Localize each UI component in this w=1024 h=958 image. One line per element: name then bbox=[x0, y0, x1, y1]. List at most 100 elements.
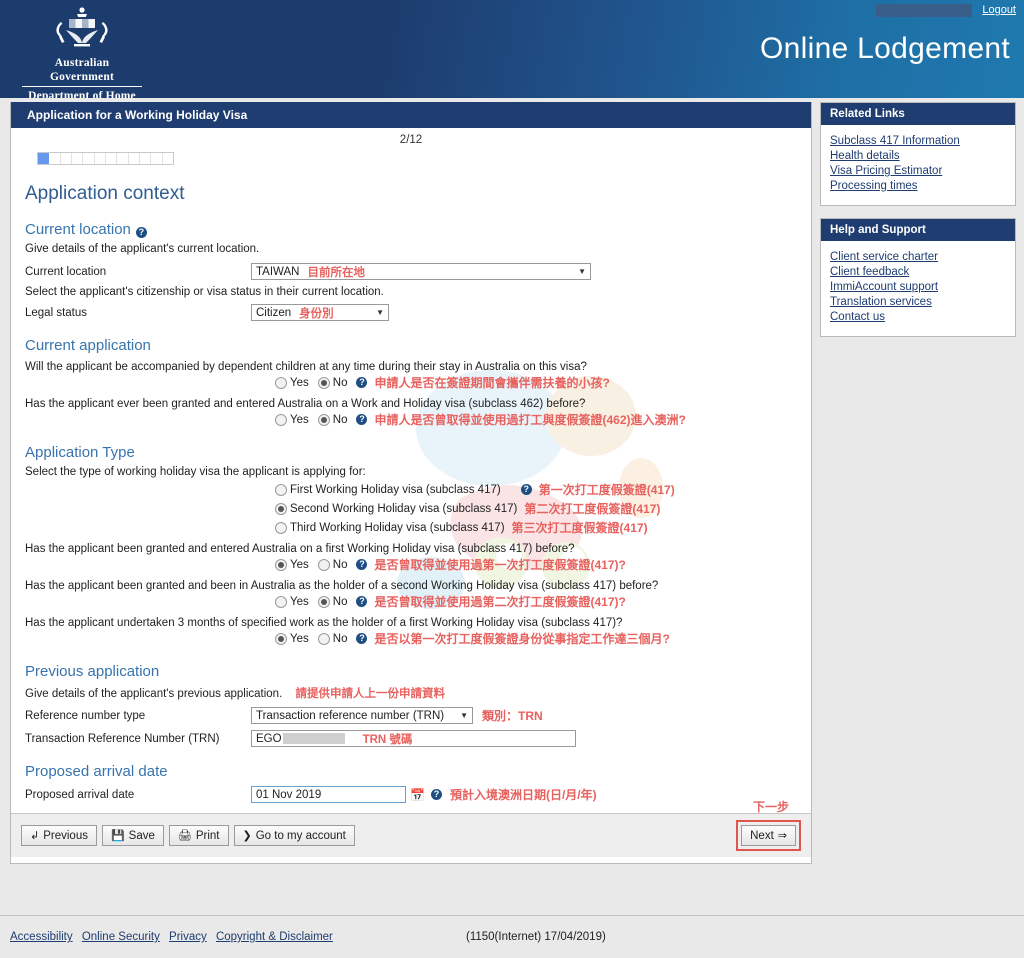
go-to-my-account-button[interactable]: ❯ Go to my account bbox=[233, 825, 355, 846]
radio-yes[interactable] bbox=[275, 558, 287, 571]
question-second-417-granted: Has the applicant been granted and been … bbox=[25, 580, 659, 592]
annotation-trn: TRN 號碼 bbox=[362, 733, 413, 746]
previous-button[interactable]: ↲ Previous bbox=[21, 825, 97, 846]
crest-divider bbox=[22, 86, 142, 87]
radio-yes-label: Yes bbox=[290, 376, 309, 389]
help-icon[interactable]: ? bbox=[520, 484, 532, 495]
link-client-service-charter[interactable]: Client service charter bbox=[830, 250, 1006, 265]
progress-segment bbox=[163, 153, 173, 164]
link-health-details[interactable]: Health details bbox=[830, 149, 1006, 164]
help-icon[interactable]: ? bbox=[135, 227, 147, 238]
legal-status-row: Legal status Citizen 身份別 ▼ bbox=[25, 304, 797, 321]
progress-segment bbox=[106, 153, 118, 164]
application-type-hint: Select the type of working holiday visa … bbox=[25, 466, 366, 478]
progress-segment bbox=[72, 153, 84, 164]
proposed-arrival-value: 01 Nov 2019 bbox=[256, 788, 322, 801]
radio-second-whv[interactable] bbox=[275, 502, 287, 515]
proposed-arrival-input[interactable]: 01 Nov 2019 bbox=[251, 786, 406, 803]
print-button-label: Print bbox=[195, 829, 220, 842]
footer-link-privacy[interactable]: Privacy bbox=[169, 931, 207, 943]
crest-department-label: Department of Home Affairs bbox=[28, 90, 136, 98]
next-button[interactable]: Next ⇒ bbox=[741, 825, 796, 846]
link-subclass-417-information[interactable]: Subclass 417 Information bbox=[830, 134, 1006, 149]
form-body: 2/12 Application context Current locatio… bbox=[11, 128, 811, 863]
current-location-hint: Give details of the applicant's current … bbox=[25, 243, 260, 255]
footer-link-copyright-disclaimer[interactable]: Copyright & Disclaimer bbox=[216, 931, 333, 943]
radio-third-whv[interactable] bbox=[275, 521, 287, 534]
annotation-first-417-granted: 是否曾取得並使用過第一次打工度假簽證(417)? bbox=[374, 558, 626, 572]
footer-links: Accessibility Online Security Privacy Co… bbox=[10, 931, 339, 943]
help-and-support-list: Client service charter Client feedback I… bbox=[821, 241, 1015, 336]
radio-no-label: No bbox=[332, 595, 348, 608]
answer-second-417-granted: Yes No ? 是否曾取得並使用過第二次打工度假簽證(417)? bbox=[25, 593, 797, 610]
help-icon[interactable]: ? bbox=[356, 596, 368, 607]
choice-first-whv: First Working Holiday visa (subclass 417… bbox=[25, 481, 797, 498]
link-processing-times[interactable]: Processing times bbox=[830, 179, 1006, 194]
save-button[interactable]: 💾 Save bbox=[101, 825, 164, 846]
help-icon[interactable]: ? bbox=[356, 414, 368, 425]
radio-yes[interactable] bbox=[275, 595, 287, 608]
link-visa-pricing-estimator[interactable]: Visa Pricing Estimator bbox=[830, 164, 1006, 179]
radio-no[interactable] bbox=[317, 632, 330, 645]
answer-462-visa: Yes No ? 申請人是否曾取得並使用過打工與度假簽證(462)進入澳洲? bbox=[25, 411, 797, 428]
link-client-feedback[interactable]: Client feedback bbox=[830, 265, 1006, 280]
radio-yes-label: Yes bbox=[290, 595, 309, 608]
account-bar: Logout bbox=[876, 0, 1024, 20]
radio-yes[interactable] bbox=[275, 413, 287, 426]
help-icon[interactable]: ? bbox=[356, 633, 368, 644]
question-dependent-children: Will the applicant be accompanied by dep… bbox=[25, 361, 587, 373]
footer-link-online-security[interactable]: Online Security bbox=[82, 931, 160, 943]
link-contact-us[interactable]: Contact us bbox=[830, 310, 1006, 325]
page-footer: Accessibility Online Security Privacy Co… bbox=[0, 915, 1024, 958]
previous-button-label: Previous bbox=[43, 829, 88, 842]
content-area: Application for a Working Holiday Visa 2… bbox=[0, 98, 1024, 864]
progress-segment bbox=[151, 153, 163, 164]
choice-third-whv: Third Working Holiday visa (subclass 417… bbox=[25, 519, 797, 536]
reference-number-type-value: Transaction reference number (TRN) bbox=[256, 709, 445, 722]
form-header: Application for a Working Holiday Visa bbox=[11, 102, 811, 128]
annotation-reference-number-type: 類別：TRN bbox=[482, 709, 543, 723]
trn-label: Transaction Reference Number (TRN) bbox=[25, 732, 220, 745]
coat-of-arms-icon bbox=[56, 7, 108, 47]
current-location-select[interactable]: TAIWAN 目前所在地 ▼ bbox=[251, 263, 591, 280]
legal-status-select[interactable]: Citizen 身份別 ▼ bbox=[251, 304, 389, 321]
section-heading-text: Current location bbox=[25, 221, 131, 238]
radio-yes[interactable] bbox=[275, 376, 287, 389]
reference-number-type-select[interactable]: Transaction reference number (TRN) ▼ bbox=[251, 707, 473, 724]
radio-first-whv[interactable] bbox=[275, 483, 287, 496]
citizenship-hint: Select the applicant's citizenship or vi… bbox=[25, 286, 384, 298]
radio-yes[interactable] bbox=[275, 632, 287, 645]
trn-input[interactable]: EGO TRN 號碼 bbox=[251, 730, 576, 747]
form-button-bar: ↲ Previous 💾 Save 🖨 Print ❯ Go to my acc… bbox=[11, 800, 811, 857]
radio-no[interactable] bbox=[317, 558, 330, 571]
site-banner: Logout Australian Government Department … bbox=[0, 0, 1024, 98]
progress-segment bbox=[95, 153, 106, 164]
logout-link[interactable]: Logout bbox=[982, 4, 1016, 16]
link-immiaccount-support[interactable]: ImmiAccount support bbox=[830, 280, 1006, 295]
footer-link-accessibility[interactable]: Accessibility bbox=[10, 931, 73, 943]
next-button-highlight: Next ⇒ bbox=[736, 820, 801, 851]
link-translation-services[interactable]: Translation services bbox=[830, 295, 1006, 310]
answer-first-417-granted: Yes No ? 是否曾取得並使用過第一次打工度假簽證(417)? bbox=[25, 556, 797, 573]
save-button-label: Save bbox=[128, 829, 155, 842]
reference-number-type-label: Reference number type bbox=[25, 709, 146, 722]
chevron-right-icon: ❯ bbox=[242, 830, 252, 842]
banner-title: Online Lodgement bbox=[760, 32, 1010, 65]
help-icon[interactable]: ? bbox=[430, 789, 442, 800]
print-button[interactable]: 🖨 Print bbox=[168, 825, 229, 846]
application-form-panel: Application for a Working Holiday Visa 2… bbox=[10, 102, 812, 864]
calendar-icon[interactable]: 📅 bbox=[410, 788, 425, 802]
help-icon[interactable]: ? bbox=[356, 559, 368, 570]
floppy-disk-icon: 💾 bbox=[110, 830, 125, 842]
radio-no[interactable] bbox=[317, 595, 330, 608]
current-location-label: Current location bbox=[25, 265, 107, 278]
radio-no[interactable] bbox=[317, 376, 330, 389]
australian-government-crest: Australian Government Department of Home… bbox=[22, 6, 142, 98]
sidebar: Related Links Subclass 417 Information H… bbox=[820, 102, 1016, 349]
help-icon[interactable]: ? bbox=[356, 377, 368, 388]
related-links-title: Related Links bbox=[821, 103, 1015, 125]
annotation-specified-work: 是否以第一次打工度假簽證身份從事指定工作達三個月? bbox=[374, 632, 670, 646]
progress-segment bbox=[83, 153, 95, 164]
page-indicator: 2/12 bbox=[399, 134, 423, 146]
radio-no[interactable] bbox=[317, 413, 330, 426]
